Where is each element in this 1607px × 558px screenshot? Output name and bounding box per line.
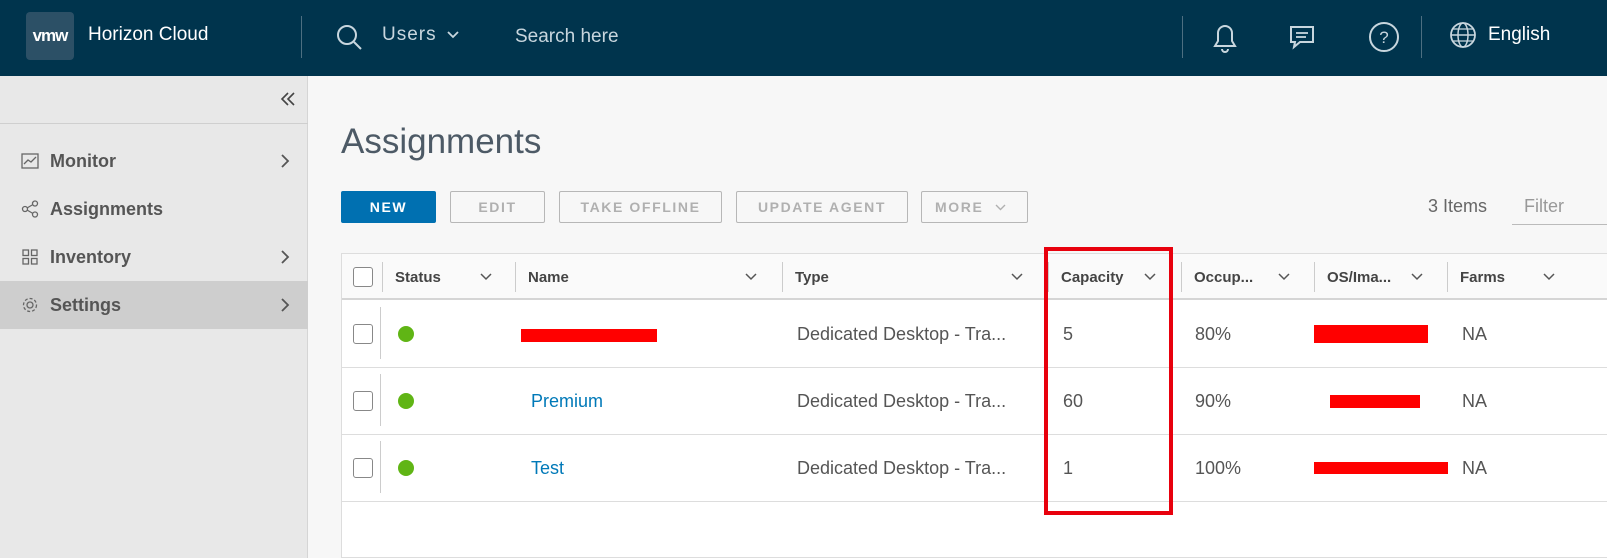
edit-button[interactable]: EDIT	[450, 191, 545, 223]
column-header-label: OS/Ima...	[1327, 268, 1392, 286]
column-header-label: Type	[795, 268, 829, 286]
column-header-occupancy[interactable]: Occup...	[1182, 254, 1314, 300]
page-title: Assignments	[341, 122, 542, 161]
header-divider	[1421, 16, 1422, 58]
grid-icon	[20, 247, 40, 267]
items-count: 3 Items	[1428, 196, 1488, 216]
assignments-grid: Status Name Type Capacity Occup... OS/Im…	[341, 253, 1607, 558]
chevron-down-icon[interactable]	[744, 270, 758, 284]
column-header-farms[interactable]: Farms	[1448, 254, 1607, 300]
status-ok-icon	[398, 326, 414, 342]
column-header-os-image[interactable]: OS/Ima...	[1315, 254, 1447, 300]
language-select[interactable]: English	[1448, 20, 1550, 50]
filter-input[interactable]	[1512, 189, 1607, 225]
column-header-label: Status	[395, 268, 441, 286]
column-header-type[interactable]: Type	[783, 254, 1048, 300]
sidebar-divider	[0, 123, 308, 124]
language-label: English	[1488, 24, 1551, 45]
assignment-occupancy: 100%	[1195, 457, 1242, 478]
assignment-occupancy: 90%	[1195, 390, 1232, 411]
chevron-down-icon[interactable]	[1410, 270, 1424, 284]
row-checkbox[interactable]	[353, 458, 373, 478]
column-header-label: Farms	[1460, 268, 1506, 286]
status-ok-icon	[398, 393, 414, 409]
assignment-name-link[interactable]: Premium	[531, 368, 771, 434]
search-icon[interactable]	[334, 22, 364, 52]
app-title: Horizon Cloud	[88, 24, 209, 45]
sidebar-item-label: Inventory	[50, 246, 132, 267]
more-button-label: MORE	[935, 199, 984, 215]
search-input[interactable]	[515, 20, 815, 54]
header-divider	[1182, 16, 1183, 58]
update-agent-button[interactable]: UPDATE AGENT	[736, 191, 908, 223]
sidebar-item-inventory[interactable]: Inventory	[0, 233, 308, 281]
assignment-type: Dedicated Desktop - Tra...	[797, 323, 1007, 344]
table-row[interactable]: Test Dedicated Desktop - Tra... 1 100% N…	[342, 435, 1607, 502]
share-icon	[20, 199, 40, 219]
assignment-farms: NA	[1462, 457, 1488, 478]
chevron-down-icon[interactable]	[1277, 270, 1291, 284]
gear-icon	[20, 295, 40, 315]
chevron-right-icon	[281, 154, 290, 168]
row-checkbox[interactable]	[353, 391, 373, 411]
assignment-name-link[interactable]: Test	[531, 435, 771, 501]
chevron-down-icon	[446, 31, 459, 39]
search-scope-select[interactable]: Users	[382, 24, 459, 46]
top-header: vmw Horizon Cloud Users ?	[0, 0, 1607, 76]
table-row[interactable]: Dedicated Desktop - Tra... 5 80% NA	[342, 301, 1607, 368]
assignment-occupancy: 80%	[1195, 323, 1232, 344]
new-button[interactable]: NEW	[341, 191, 436, 223]
sidebar-item-settings[interactable]: Settings	[0, 281, 308, 329]
redaction-mark	[1314, 325, 1428, 343]
chat-icon[interactable]	[1283, 18, 1321, 56]
chevron-down-icon[interactable]	[1542, 270, 1556, 284]
sidebar: Monitor Assignments Inventory Settings	[0, 76, 308, 558]
redaction-mark	[521, 329, 657, 342]
assignment-farms: NA	[1462, 390, 1488, 411]
row-separator	[380, 374, 381, 426]
column-header-label: Occup...	[1194, 268, 1254, 286]
help-icon[interactable]: ?	[1365, 18, 1403, 56]
redaction-mark	[1314, 462, 1448, 474]
collapse-sidebar-button[interactable]	[276, 86, 300, 112]
column-header-name[interactable]: Name	[516, 254, 782, 300]
vmware-logo[interactable]: vmw	[26, 12, 74, 60]
row-checkbox[interactable]	[353, 324, 373, 344]
grid-header: Status Name Type Capacity Occup... OS/Im…	[342, 254, 1607, 300]
sidebar-item-label: Settings	[50, 294, 122, 315]
assignment-farms: NA	[1462, 323, 1488, 344]
capacity-column-highlight	[1044, 247, 1173, 515]
column-header-label: Name	[528, 268, 569, 286]
table-row[interactable]: Premium Dedicated Desktop - Tra... 60 90…	[342, 368, 1607, 435]
more-button[interactable]: MORE	[921, 191, 1028, 223]
select-all-checkbox[interactable]	[353, 267, 373, 287]
bell-icon[interactable]	[1206, 18, 1244, 56]
globe-icon	[1450, 22, 1476, 48]
sidebar-item-assignments[interactable]: Assignments	[0, 185, 308, 233]
chevron-down-icon	[995, 204, 1006, 210]
status-ok-icon	[398, 460, 414, 476]
header-divider	[301, 16, 302, 58]
row-separator	[380, 441, 381, 493]
redaction-mark	[1330, 395, 1420, 408]
sidebar-item-label: Monitor	[50, 150, 116, 171]
chart-icon	[20, 151, 40, 171]
sidebar-item-monitor[interactable]: Monitor	[0, 137, 308, 185]
row-separator	[380, 307, 381, 359]
sidebar-item-label: Assignments	[50, 198, 164, 219]
assignment-type: Dedicated Desktop - Tra...	[797, 457, 1007, 478]
chevron-down-icon[interactable]	[479, 270, 493, 284]
search-scope-label: Users	[382, 24, 437, 45]
double-chevron-left-icon	[280, 92, 295, 106]
svg-text:?: ?	[1379, 28, 1388, 47]
take-offline-button[interactable]: TAKE OFFLINE	[559, 191, 722, 223]
chevron-down-icon[interactable]	[1010, 270, 1024, 284]
chevron-right-icon	[281, 298, 290, 312]
assignment-type: Dedicated Desktop - Tra...	[797, 390, 1007, 411]
column-header-status[interactable]: Status	[383, 254, 515, 300]
chevron-right-icon	[281, 250, 290, 264]
